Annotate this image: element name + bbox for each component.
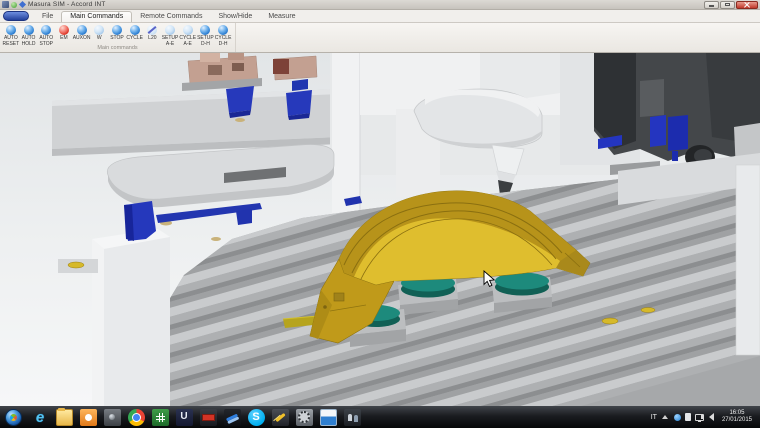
tray-app-icon[interactable] [674, 414, 681, 421]
app-icon [2, 1, 9, 8]
sphere-icon [6, 25, 16, 35]
tab-remote-commands[interactable]: Remote Commands [132, 12, 210, 22]
maximize-button[interactable] [720, 1, 735, 9]
auxon-button[interactable]: AUXON [73, 24, 91, 45]
skype-icon[interactable]: S [248, 409, 265, 426]
group-caption: Main commands [0, 45, 235, 51]
app-dark-icon[interactable]: U [176, 409, 193, 426]
red-sphere-icon [59, 25, 69, 35]
sphere-icon [112, 25, 122, 35]
right-column [736, 165, 760, 355]
app-red-icon[interactable] [200, 409, 217, 426]
chrome-icon[interactable] [128, 409, 145, 426]
sphere-icon [218, 25, 228, 35]
show-hidden-icons-icon[interactable] [662, 415, 668, 419]
w-button[interactable]: W [90, 24, 108, 45]
machine-simulation-scene [0, 53, 760, 406]
tab-measure[interactable]: Measure [260, 12, 303, 22]
pale-sphere-icon [183, 25, 193, 35]
minimize-button[interactable] [704, 1, 719, 9]
spreadsheet-icon[interactable] [152, 409, 169, 426]
language-indicator[interactable]: IT [651, 414, 657, 421]
sphere-icon [130, 25, 140, 35]
l20-button[interactable]: L20 [144, 24, 162, 45]
tab-main-commands[interactable]: Main Commands [61, 11, 132, 22]
app-blue-icon[interactable] [224, 409, 241, 426]
cycle-ae-button[interactable]: CYCLE A-E [179, 24, 197, 45]
users-icon[interactable] [344, 409, 361, 426]
auto-reset-button[interactable]: AUTO RESET [2, 24, 20, 45]
tab-show-hide[interactable]: Show/Hide [210, 12, 260, 22]
sphere-icon [41, 25, 51, 35]
tray-status-icon[interactable] [685, 413, 691, 421]
em-button[interactable]: EM [55, 24, 73, 45]
window-title: Masura SIM - Accord INT [28, 1, 106, 8]
tools-icon[interactable] [272, 409, 289, 426]
taskbar: e U S IT 16:05 27/01/2015 [0, 406, 760, 428]
internet-explorer-icon[interactable]: e [32, 409, 49, 426]
ribbon-tab-row: File Main Commands Remote Commands Show/… [0, 10, 760, 23]
tab-file[interactable]: File [34, 12, 61, 22]
stop-button[interactable]: STOP [108, 24, 126, 45]
auto-hold-button[interactable]: AUTO HOLD [20, 24, 38, 45]
quick-access-globe-icon[interactable] [11, 2, 17, 8]
pencil-sphere-icon [147, 25, 157, 35]
clock-date: 27/01/2015 [722, 417, 752, 425]
auto-stop-button[interactable]: AUTO STOP [37, 24, 55, 45]
paint-icon[interactable] [320, 409, 337, 426]
application-menu-orb[interactable] [3, 11, 29, 21]
sphere-icon [77, 25, 87, 35]
ribbon: AUTO RESET AUTO HOLD AUTO STOP EM AUXON … [0, 23, 760, 53]
viewport-3d[interactable] [0, 53, 760, 406]
machine-base-left [92, 229, 170, 406]
quick-access-star-icon[interactable] [19, 1, 26, 8]
pale-sphere-icon [94, 25, 104, 35]
file-explorer-icon[interactable] [56, 409, 73, 426]
close-button[interactable] [736, 1, 758, 9]
camera-icon[interactable] [104, 409, 121, 426]
setup-ae-button[interactable]: SETUP A-E [161, 24, 179, 45]
sphere-icon [200, 25, 210, 35]
media-player-icon[interactable] [80, 409, 97, 426]
clock-time: 16:05 [722, 410, 752, 418]
system-tray: IT 16:05 27/01/2015 [651, 410, 758, 425]
setup-dh-button[interactable]: SETUP D-H [197, 24, 215, 45]
volume-icon[interactable] [709, 413, 714, 421]
title-bar: Masura SIM - Accord INT [0, 0, 760, 10]
settings-icon[interactable] [296, 409, 313, 426]
start-button[interactable] [5, 409, 22, 426]
pale-sphere-icon [165, 25, 175, 35]
sphere-icon [24, 25, 34, 35]
screen: Masura SIM - Accord INT File Main Comman… [0, 0, 760, 428]
cycle-button[interactable]: CYCLE [126, 24, 144, 45]
main-commands-group: AUTO RESET AUTO HOLD AUTO STOP EM AUXON … [0, 23, 236, 52]
cycle-dh-button[interactable]: CYCLE D-H [214, 24, 232, 45]
clock[interactable]: 16:05 27/01/2015 [720, 410, 758, 425]
